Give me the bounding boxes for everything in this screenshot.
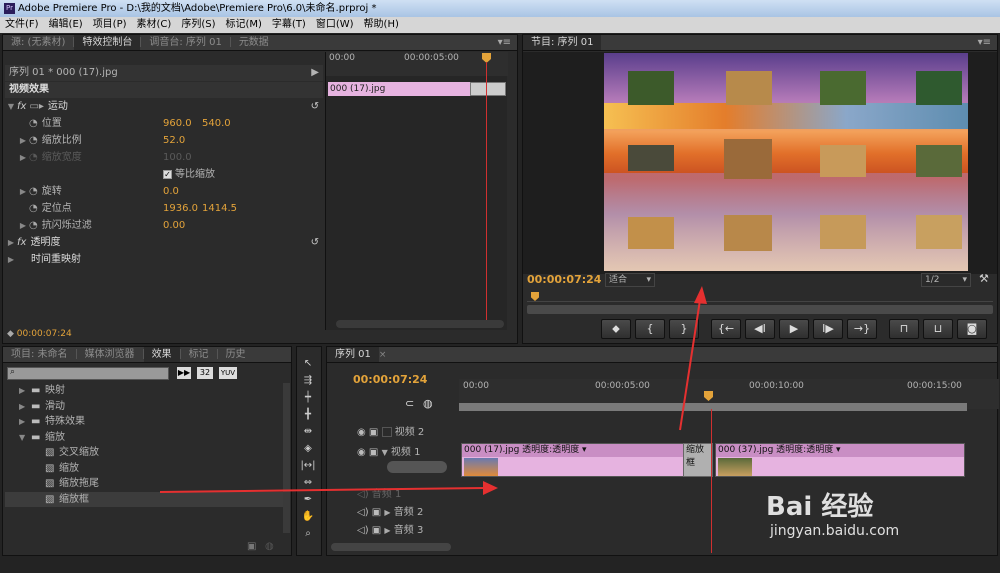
baidu-watermark: Bai 经验 jingyan.baidu.com <box>766 486 986 556</box>
arrow-to-timeline <box>159 481 498 495</box>
arrow-to-program <box>679 286 707 431</box>
watermark-brand: Bai 经验 <box>766 492 874 522</box>
watermark-url: jingyan.baidu.com <box>770 523 900 539</box>
